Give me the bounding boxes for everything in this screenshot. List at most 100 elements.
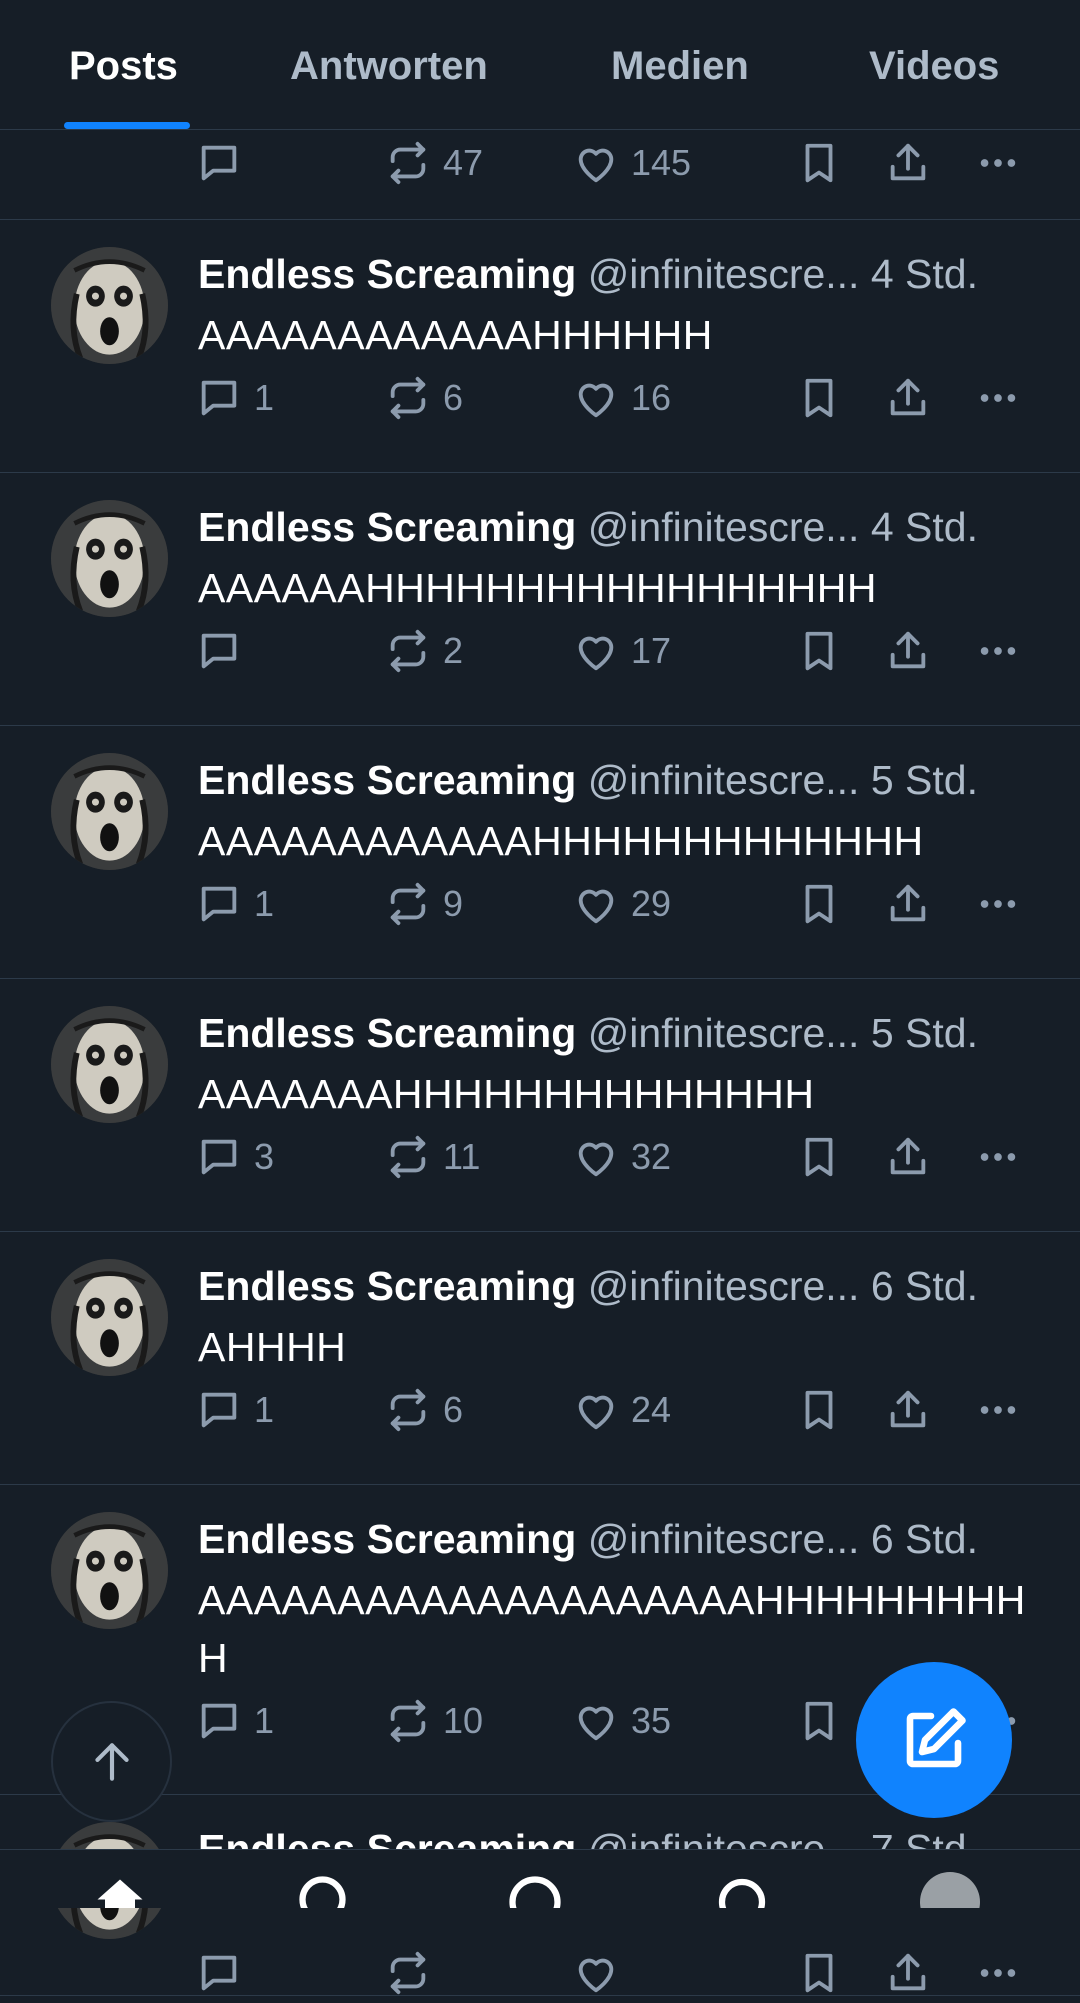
repost-button[interactable]: 11: [385, 1133, 480, 1181]
scroll-to-top-button[interactable]: [51, 1701, 172, 1822]
repost-count: 6: [443, 1389, 464, 1430]
more-options-button[interactable]: [975, 880, 1021, 928]
bookmark-button[interactable]: [796, 139, 842, 187]
like-count: 16: [631, 377, 672, 418]
more-icon: [980, 394, 1016, 402]
share-button[interactable]: [885, 1133, 931, 1181]
like-button[interactable]: 29: [573, 880, 671, 928]
share-button[interactable]: [885, 1949, 931, 1997]
post-text: AAAAAAAAAAAAHHHHHHHHHHHHH: [198, 818, 924, 864]
author-name[interactable]: Endless Screaming: [198, 504, 576, 550]
bookmark-button[interactable]: [796, 1386, 842, 1434]
reply-button[interactable]: 1: [196, 1386, 274, 1434]
reply-button[interactable]: 1: [196, 374, 274, 422]
reply-button[interactable]: 3: [196, 1133, 274, 1181]
repost-icon: [390, 1388, 426, 1432]
bookmark-button[interactable]: [796, 627, 842, 675]
scream-avatar-image: [51, 1512, 168, 1629]
more-options-button[interactable]: [975, 1386, 1021, 1434]
reply-button[interactable]: [196, 627, 254, 675]
more-options-button[interactable]: [975, 374, 1021, 422]
reply-count: 1: [254, 1389, 275, 1430]
bookmark-button[interactable]: [796, 1697, 842, 1745]
like-button[interactable]: 145: [573, 139, 691, 187]
repost-button[interactable]: 2: [385, 627, 463, 675]
compose-button[interactable]: [856, 1662, 1012, 1818]
share-button[interactable]: [885, 139, 931, 187]
avatar[interactable]: [51, 1259, 168, 1376]
bookmark-button[interactable]: [796, 1949, 842, 1997]
post-partial[interactable]: 47 145: [0, 129, 1080, 220]
share-button[interactable]: [885, 1386, 931, 1434]
repost-button[interactable]: 6: [385, 374, 463, 422]
like-button[interactable]: 35: [573, 1697, 671, 1745]
post[interactable]: Endless Screaming @infinitescre... 5 Std…: [0, 979, 1080, 1232]
post[interactable]: Endless Screaming @infinitescre... 6 Std…: [0, 1232, 1080, 1485]
repost-button[interactable]: 9: [385, 880, 463, 928]
avatar[interactable]: [51, 1006, 168, 1123]
avatar[interactable]: [51, 753, 168, 870]
scream-avatar-image: [51, 753, 168, 870]
author-handle: @infinitescre...: [587, 1263, 860, 1309]
like-button[interactable]: 24: [573, 1386, 671, 1434]
author-name[interactable]: Endless Screaming: [198, 1263, 576, 1309]
more-options-button[interactable]: [975, 1949, 1021, 1997]
arrow-up-icon: [94, 1742, 129, 1781]
like-button[interactable]: 16: [573, 374, 671, 422]
bookmark-button[interactable]: [796, 880, 842, 928]
chat-icon[interactable]: [505, 1872, 565, 1908]
home-icon[interactable]: [90, 1872, 150, 1908]
author-name[interactable]: Endless Screaming: [198, 757, 576, 803]
like-button[interactable]: 17: [573, 627, 671, 675]
more-options-button[interactable]: [975, 627, 1021, 675]
more-icon: [980, 1969, 1016, 1977]
reply-button[interactable]: 1: [196, 1697, 274, 1745]
post-actions: [0, 1943, 1080, 2003]
like-button[interactable]: 32: [573, 1133, 671, 1181]
share-icon: [890, 1390, 926, 1428]
share-icon: [890, 143, 926, 181]
avatar[interactable]: [51, 247, 168, 364]
tab-posts[interactable]: Posts: [69, 36, 178, 96]
heart-icon: [578, 1142, 614, 1177]
post[interactable]: Endless Screaming @infinitescre... 5 Std…: [0, 726, 1080, 979]
more-options-button[interactable]: [975, 139, 1021, 187]
share-button[interactable]: [885, 627, 931, 675]
repost-button[interactable]: 6: [385, 1386, 463, 1434]
repost-button[interactable]: 10: [385, 1697, 483, 1745]
share-button[interactable]: [885, 880, 931, 928]
bookmark-button[interactable]: [796, 1133, 842, 1181]
author-name[interactable]: Endless Screaming: [198, 1516, 576, 1562]
repost-button[interactable]: [385, 1949, 443, 1997]
tab-antworten[interactable]: Antworten: [290, 36, 488, 96]
post[interactable]: Endless Screaming @infinitescre... 4 Std…: [0, 220, 1080, 473]
bookmark-icon: [805, 378, 833, 418]
tab-medien[interactable]: Medien: [611, 36, 749, 96]
author-name[interactable]: Endless Screaming: [198, 251, 576, 297]
avatar[interactable]: [51, 500, 168, 617]
post-time: 6 Std.: [870, 1516, 978, 1562]
reply-button[interactable]: 1: [196, 880, 274, 928]
profile-avatar-icon[interactable]: [920, 1872, 980, 1908]
repost-button[interactable]: 47: [385, 139, 483, 187]
post-actions: 1 9 29: [0, 874, 1080, 934]
search-icon[interactable]: [295, 1872, 355, 1908]
bookmark-button[interactable]: [796, 374, 842, 422]
post-text: AAAAAAAHHHHHHHHHHHHHH: [198, 1071, 815, 1117]
reply-button[interactable]: [196, 1949, 254, 1997]
more-options-button[interactable]: [975, 1133, 1021, 1181]
notifications-icon[interactable]: [712, 1872, 772, 1908]
like-count: 35: [631, 1700, 672, 1741]
reply-count: 1: [254, 883, 275, 924]
post-time: 5 Std.: [870, 757, 978, 803]
post[interactable]: Endless Screaming @infinitescre... 4 Std…: [0, 473, 1080, 726]
bookmark-icon: [805, 1390, 833, 1430]
compose-icon: [906, 1708, 966, 1768]
reply-button[interactable]: [196, 139, 254, 187]
scream-avatar-image: [51, 1006, 168, 1123]
like-button[interactable]: [573, 1949, 631, 1997]
avatar[interactable]: [51, 1512, 168, 1629]
tab-videos[interactable]: Videos: [869, 36, 999, 96]
share-button[interactable]: [885, 374, 931, 422]
author-name[interactable]: Endless Screaming: [198, 1010, 576, 1056]
